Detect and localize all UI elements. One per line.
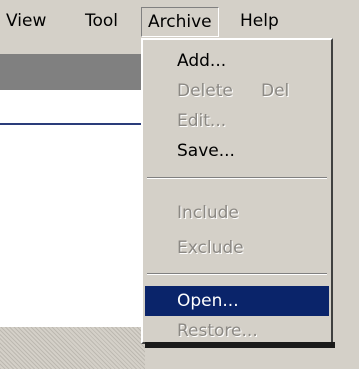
menu-item-include-label: Include [177,203,239,223]
menu-view[interactable]: View [0,9,52,33]
content-panel [0,90,145,347]
window-background [335,40,359,369]
menu-item-add-label: Add... [177,51,227,71]
menu-bar: View Tool Archive Help [0,0,359,40]
menu-item-edit-label: Edit... [177,111,227,131]
menu-help[interactable]: Help [234,9,285,33]
menu-item-exclude-label: Exclude [177,238,244,258]
archive-dropdown-menu: Add... Delete Del Edit... Save... Includ… [141,38,333,344]
panel-header-band [0,54,145,90]
menu-item-add[interactable]: Add... [145,46,329,76]
menu-item-restore-label: Restore... [177,321,258,341]
menu-item-include: Include [145,198,329,228]
menu-item-exclude: Exclude [145,233,329,263]
menu-separator [147,177,327,179]
menu-tool[interactable]: Tool [79,9,124,33]
menu-item-save[interactable]: Save... [145,136,329,166]
menu-item-open[interactable]: Open... [145,286,329,316]
menu-item-delete: Delete Del [145,76,329,106]
panel-divider [0,123,145,125]
menu-separator [147,273,327,275]
menu-item-delete-shortcut: Del [261,81,290,101]
menu-item-open-label: Open... [177,291,239,311]
menu-item-delete-label: Delete [177,81,233,101]
background-pattern [0,327,145,369]
menu-archive[interactable]: Archive [141,7,219,37]
menu-item-save-label: Save... [177,141,235,161]
dropdown-shadow [145,342,335,348]
menu-item-edit: Edit... [145,106,329,136]
